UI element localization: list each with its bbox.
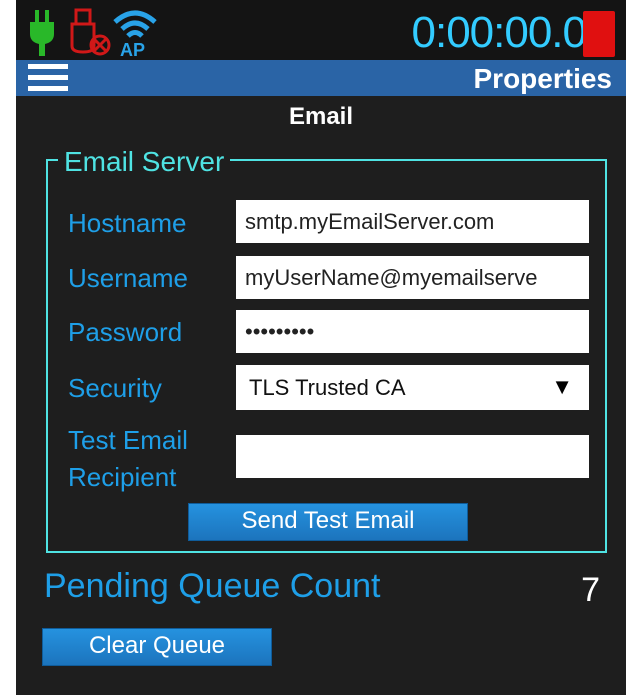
record-stop-button[interactable] bbox=[583, 11, 615, 57]
email-server-legend: Email Server bbox=[58, 146, 231, 178]
security-label: Security bbox=[68, 373, 162, 403]
pending-queue-count: 7 bbox=[581, 571, 600, 609]
power-plug-icon bbox=[30, 10, 54, 56]
username-input[interactable] bbox=[236, 256, 589, 299]
send-test-email-button[interactable]: Send Test Email bbox=[188, 503, 468, 541]
wifi-ap-icon: AP bbox=[113, 10, 157, 58]
test-recipient-label-line2: Recipient bbox=[68, 462, 177, 492]
security-selected-value: TLS Trusted CA bbox=[249, 375, 406, 400]
hostname-input[interactable] bbox=[236, 200, 589, 243]
section-title: Email bbox=[288, 103, 354, 130]
test-recipient-input[interactable] bbox=[236, 435, 589, 478]
page-title: Properties bbox=[473, 63, 613, 94]
usb-disconnected-icon bbox=[70, 8, 111, 56]
timer-display: 0:00:00.0 bbox=[411, 8, 587, 57]
password-input[interactable] bbox=[236, 310, 589, 353]
chevron-down-icon: ▼ bbox=[551, 374, 573, 399]
ap-label: AP bbox=[120, 40, 145, 58]
password-label: Password bbox=[68, 317, 183, 347]
hamburger-menu-icon[interactable] bbox=[28, 64, 68, 92]
username-label: Username bbox=[68, 263, 188, 293]
test-recipient-label-line1: Test Email bbox=[68, 425, 188, 455]
status-bar: AP 0:00:00.0 bbox=[16, 0, 626, 60]
hostname-label: Hostname bbox=[68, 208, 187, 238]
pending-queue-label: Pending Queue Count bbox=[44, 567, 381, 605]
clear-queue-button[interactable]: Clear Queue bbox=[42, 628, 272, 666]
title-bar: Properties bbox=[16, 60, 626, 96]
device-screen: AP 0:00:00.0 Properties Email Email Serv… bbox=[16, 0, 626, 695]
security-select[interactable]: TLS Trusted CA ▼ bbox=[236, 365, 589, 410]
